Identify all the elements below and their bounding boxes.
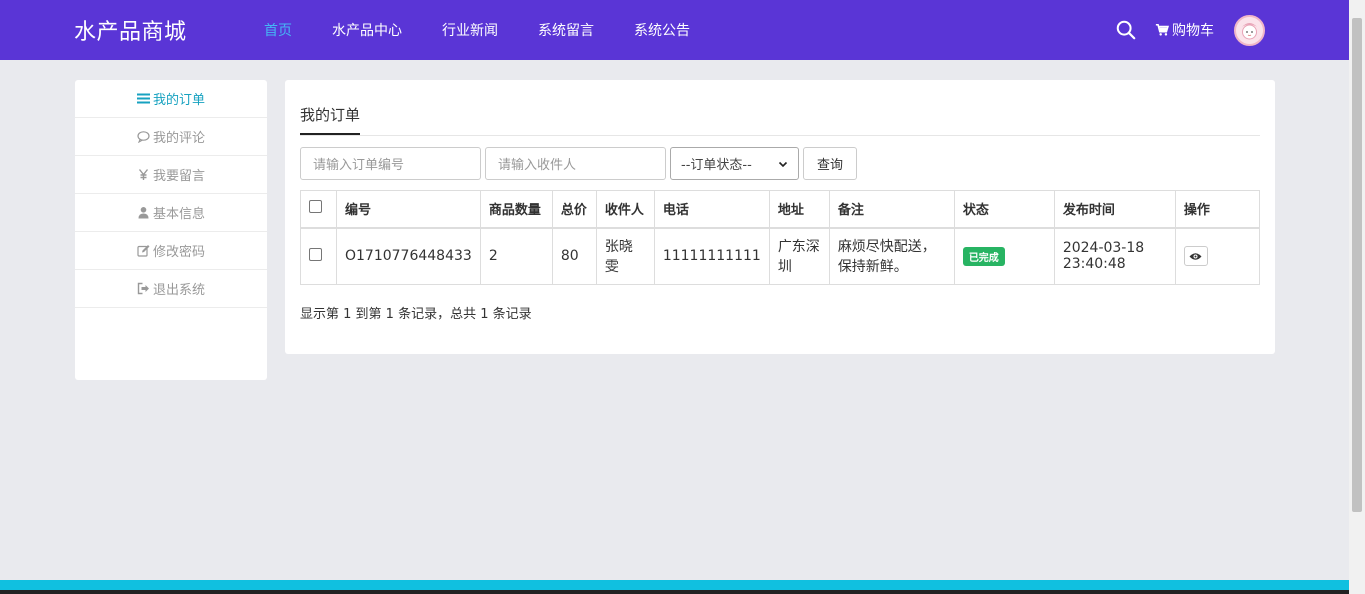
footer — [0, 590, 1349, 594]
sidebar-item-label: 修改密码 — [152, 245, 205, 260]
comment-icon — [137, 131, 150, 143]
sidebar-item-label: 退出系统 — [152, 283, 205, 298]
footer-accent-bar — [0, 580, 1349, 590]
status-badge: 已完成 — [962, 246, 1005, 266]
table-row: O1710776448433 2 80 张晓雯 11111111111 广东深圳… — [300, 227, 1261, 285]
receiver-input[interactable]: 请输入收件人 — [485, 147, 666, 180]
sidebar-item-my-orders[interactable]: 我的订单 — [75, 80, 267, 118]
scrollbar-thumb[interactable] — [1352, 18, 1362, 512]
sign-out-icon — [137, 282, 149, 295]
view-order-button[interactable] — [1183, 246, 1208, 267]
cart-link[interactable]: 购物车 — [1155, 20, 1214, 40]
order-number-cell: O1710776448433 — [336, 227, 481, 285]
time-cell: 2024-03-18 23:40:48 — [1053, 227, 1176, 285]
nav-item-messages[interactable]: 系统留言 — [538, 20, 594, 40]
nav-item-products[interactable]: 水产品中心 — [332, 20, 402, 40]
brand-logo[interactable]: 水产品商城 — [74, 14, 187, 46]
column-header[interactable]: 地址 — [768, 190, 830, 229]
nav-item-announcements[interactable]: 系统公告 — [634, 20, 690, 40]
sidebar-item-label: 我要留言 — [152, 169, 205, 184]
list-icon — [136, 93, 150, 104]
select-all-checkbox[interactable] — [309, 200, 322, 214]
cart-icon — [1155, 23, 1169, 36]
sidebar: 我的订单 我的评论 我要留言 基本信息 修改密码 退出系统 — [75, 80, 267, 380]
tab-my-orders[interactable]: 我的订单 — [300, 104, 360, 135]
phone-cell: 11111111111 — [653, 227, 770, 285]
order-number-input[interactable]: 请输入订单编号 — [300, 147, 481, 180]
page-scrollbar[interactable] — [1349, 0, 1365, 594]
avatar-image-icon — [1236, 16, 1263, 44]
sidebar-item-label: 我的订单 — [152, 93, 205, 108]
query-button[interactable]: 查询 — [803, 147, 857, 180]
table-header-row: 编号 商品数量 总价 收件人 电话 地址 备注 状态 发布时间 操作 — [300, 190, 1261, 229]
chevron-down-icon — [778, 161, 788, 167]
sidebar-item-basic-info[interactable]: 基本信息 — [75, 194, 267, 232]
sidebar-item-logout[interactable]: 退出系统 — [75, 270, 267, 308]
column-header[interactable]: 操作 — [1174, 190, 1261, 229]
top-navbar: 水产品商城 首页 水产品中心 行业新闻 系统留言 系统公告 购物车 — [0, 0, 1349, 60]
user-icon — [138, 207, 149, 219]
column-header[interactable]: 商品数量 — [479, 190, 553, 229]
sidebar-item-my-comments[interactable]: 我的评论 — [75, 118, 267, 156]
column-header[interactable]: 发布时间 — [1053, 190, 1176, 229]
nav-right: 购物车 — [1115, 0, 1265, 60]
nav-item-home[interactable]: 首页 — [264, 20, 292, 40]
total-cell: 80 — [551, 227, 597, 285]
row-select-cell — [300, 227, 337, 285]
column-header[interactable]: 备注 — [828, 190, 955, 229]
nav-item-news[interactable]: 行业新闻 — [442, 20, 498, 40]
receiver-cell: 张晓雯 — [595, 227, 655, 285]
avatar[interactable] — [1234, 14, 1265, 46]
sidebar-item-label: 基本信息 — [152, 207, 205, 222]
column-header[interactable]: 编号 — [336, 190, 481, 229]
column-header[interactable]: 电话 — [653, 190, 770, 229]
quantity-cell: 2 — [479, 227, 553, 285]
yen-icon — [138, 169, 149, 180]
sidebar-item-change-password[interactable]: 修改密码 — [75, 232, 267, 270]
eye-icon — [1189, 253, 1202, 260]
column-header[interactable]: 总价 — [551, 190, 597, 229]
pagination-info: 显示第 1 到第 1 条记录，总共 1 条记录 — [300, 307, 532, 322]
main-content: 我的订单 请输入订单编号 请输入收件人 --订单状态-- 查询 编号 商品数量 … — [285, 80, 1275, 354]
tab-bar: 我的订单 — [300, 104, 1260, 136]
main-nav: 首页 水产品中心 行业新闻 系统留言 系统公告 — [264, 0, 730, 60]
select-all-header — [300, 190, 337, 229]
address-cell: 广东深圳 — [768, 227, 830, 285]
sidebar-item-leave-message[interactable]: 我要留言 — [75, 156, 267, 194]
remark-cell: 麻烦尽快配送，保持新鲜。 — [828, 227, 955, 285]
sidebar-item-label: 我的评论 — [152, 131, 205, 146]
filter-bar: 请输入订单编号 请输入收件人 --订单状态-- 查询 — [300, 147, 857, 180]
order-status-select[interactable]: --订单状态-- — [670, 147, 799, 180]
search-icon[interactable] — [1115, 19, 1137, 41]
column-header[interactable]: 状态 — [953, 190, 1055, 229]
column-header[interactable]: 收件人 — [595, 190, 655, 229]
row-checkbox[interactable] — [309, 247, 322, 261]
status-cell: 已完成 — [953, 227, 1055, 285]
actions-cell — [1174, 227, 1261, 285]
orders-table: 编号 商品数量 总价 收件人 电话 地址 备注 状态 发布时间 操作 O1710… — [300, 190, 1261, 285]
order-status-select-value: --订单状态-- — [681, 158, 752, 173]
cart-label: 购物车 — [1172, 23, 1214, 39]
edit-icon — [137, 245, 150, 257]
